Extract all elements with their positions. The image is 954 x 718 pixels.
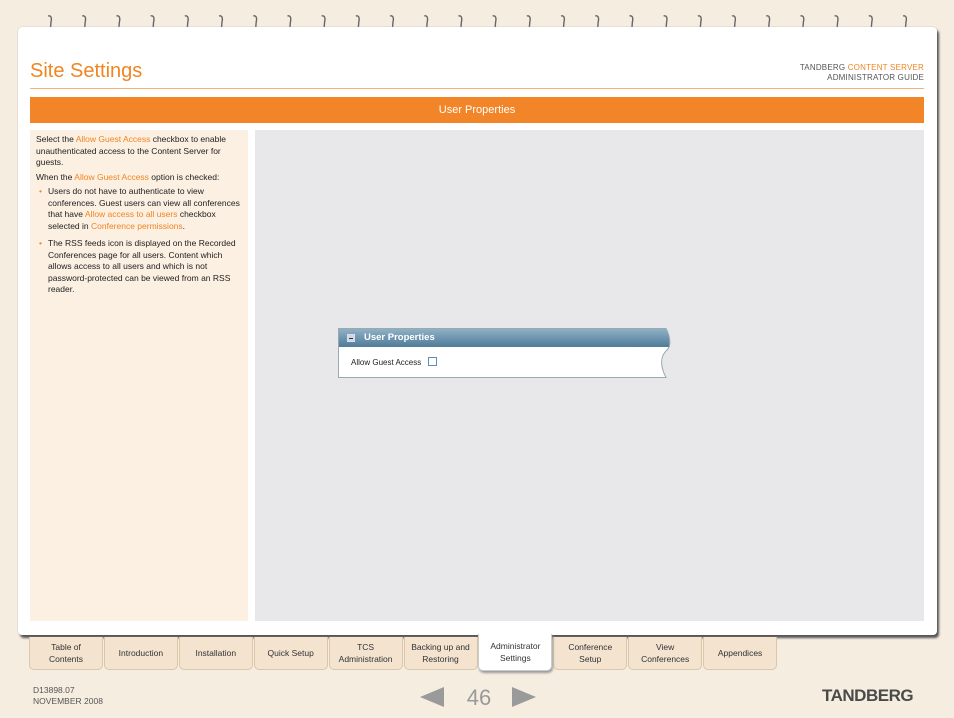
section-banner: User Properties — [30, 97, 924, 123]
text: The RSS feeds icon is displayed on the R… — [48, 238, 236, 294]
tab-label: Table of Contents — [48, 642, 84, 664]
tab-tcs-administration[interactable]: TCS Administration — [328, 637, 403, 670]
page-number: 46 — [466, 685, 492, 710]
document-info: D13898.07 NOVEMBER 2008 — [33, 685, 103, 707]
tab-conference-setup[interactable]: Conference Setup — [553, 637, 628, 670]
brand-header: TANDBERG CONTENT SERVER ADMINISTRATOR GU… — [800, 63, 924, 83]
header-divider — [30, 88, 924, 89]
tab-installation[interactable]: Installation — [178, 637, 253, 670]
tab-label: Introduction — [118, 648, 164, 658]
conference-permissions-link[interactable]: Conference permissions — [91, 221, 183, 231]
tab-label: Conference Setup — [568, 642, 613, 664]
tab-label: TCS Administration — [338, 642, 393, 664]
tab-label: Backing up and Restoring — [411, 642, 470, 664]
tandberg-logo: TANDBERG — [822, 686, 914, 705]
brand-guide: ADMINISTRATOR GUIDE — [827, 73, 924, 82]
sidebar-paragraph: Select the Allow Guest Access checkbox t… — [36, 134, 241, 169]
text: When the — [36, 171, 75, 182]
tab-label: Installation — [195, 648, 237, 658]
prev-page-arrow-icon[interactable] — [420, 687, 444, 707]
page-title: Site Settings — [30, 60, 143, 82]
text: . — [182, 220, 186, 231]
tab-label: Quick Setup — [267, 648, 314, 658]
widget-title: User Properties — [364, 332, 435, 343]
tab-label: Administrator Settings — [490, 641, 541, 663]
brand-product: CONTENT SERVER — [847, 63, 924, 72]
bullet-list: Users do not have to authenticate to vie… — [36, 186, 241, 296]
tab-backing-up-and-restoring[interactable]: Backing up and Restoring — [403, 637, 478, 670]
allow-guest-access-checkbox[interactable] — [428, 357, 437, 366]
allow-access-all-users-link[interactable]: Allow access to all users — [85, 209, 178, 219]
allow-guest-access-link[interactable]: Allow Guest Access — [76, 134, 151, 144]
collapse-icon[interactable] — [347, 334, 355, 342]
sidebar-paragraph: When the Allow Guest Access option is ch… — [36, 172, 241, 184]
text: Select the — [36, 134, 76, 144]
allow-guest-access-label: Allow Guest Access — [351, 358, 422, 367]
sidebar-notes: Select the Allow Guest Access checkbox t… — [30, 130, 248, 621]
list-item: The RSS feeds icon is displayed on the R… — [36, 238, 241, 296]
document-date: NOVEMBER 2008 — [33, 696, 103, 706]
list-item: Users do not have to authenticate to vie… — [36, 186, 241, 232]
document-id: D13898.07 — [33, 685, 75, 695]
text: option is checked: — [148, 171, 220, 182]
tab-table-of-contents[interactable]: Table of Contents — [29, 637, 103, 670]
next-page-arrow-icon[interactable] — [512, 687, 536, 707]
tab-quick-setup[interactable]: Quick Setup — [253, 637, 328, 670]
tab-label: Appendices — [717, 648, 763, 658]
page-sheet: Site Settings TANDBERG CONTENT SERVER AD… — [18, 27, 937, 635]
user-properties-widget: User Properties Allow Guest Access — [338, 328, 672, 378]
tab-introduction[interactable]: Introduction — [103, 637, 178, 670]
brand-name: TANDBERG — [799, 63, 848, 72]
tab-appendices[interactable]: Appendices — [703, 637, 778, 670]
screenshot-panel: User Properties Allow Guest Access — [255, 130, 924, 621]
pager: 46 — [420, 685, 536, 711]
tab-administrator-settings[interactable]: Administrator Settings — [478, 634, 553, 671]
tab-view-conferences[interactable]: View Conferences — [628, 637, 703, 670]
tab-label: View Conferences — [641, 642, 690, 664]
allow-guest-access-link[interactable]: Allow Guest Access — [74, 172, 149, 182]
